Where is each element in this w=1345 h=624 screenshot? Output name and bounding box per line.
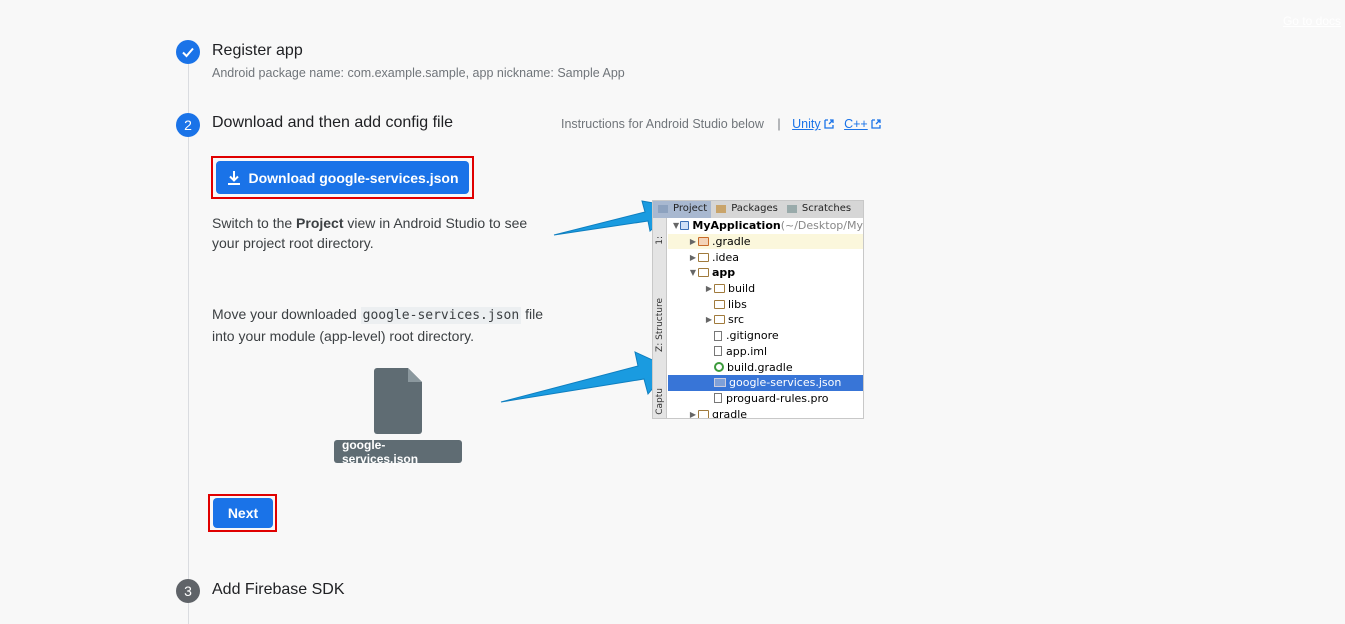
- tree-item-label: proguard-rules.pro: [726, 391, 829, 405]
- filename-code: google-services.json: [360, 307, 522, 324]
- tree-row[interactable]: ▼ MyApplication (~/Desktop/My: [668, 218, 863, 234]
- tree-item-label: libs: [728, 297, 747, 311]
- switch-project-view-text: Switch to the Project view in Android St…: [212, 213, 552, 253]
- folder-icon: [714, 299, 725, 309]
- tree-row[interactable]: libs: [668, 296, 863, 312]
- file-icon: [714, 393, 722, 404]
- tree-row[interactable]: ▶ .gradle: [668, 233, 863, 250]
- download-button-label: Download google-services.json: [248, 169, 459, 186]
- tree-row[interactable]: ▼ app: [668, 265, 863, 281]
- tree-item-label: .gradle: [712, 235, 751, 249]
- tree-item-label: google-services.json: [729, 376, 842, 390]
- tree-item-label: src: [728, 313, 745, 327]
- tree-row[interactable]: google-services.json: [668, 374, 863, 391]
- folder-icon: [698, 252, 709, 262]
- switch-text-line2: your project root directory.: [212, 235, 374, 251]
- unity-link[interactable]: Unity: [792, 117, 834, 131]
- side-label-captures[interactable]: Captu: [655, 388, 665, 415]
- side-label-structure[interactable]: Z: Structure: [655, 298, 665, 352]
- tree-row[interactable]: ▶ .idea: [668, 249, 863, 265]
- tree-row[interactable]: ▶ build: [668, 281, 863, 297]
- json-file-icon: [374, 368, 422, 434]
- project-emphasis: Project: [296, 215, 344, 231]
- external-link-icon: [871, 119, 881, 129]
- collapsed-arrow-icon[interactable]: ▶: [688, 237, 698, 246]
- external-link-icon: [823, 119, 834, 129]
- tab-scratches[interactable]: Scratches: [782, 201, 855, 218]
- tree-item-label: build.gradle: [727, 360, 793, 374]
- step-2-title: Download and then add config file: [212, 114, 454, 131]
- cpp-link[interactable]: C++: [844, 117, 882, 131]
- platform-instructions: Instructions for Android Studio below | …: [561, 117, 882, 131]
- json-file-icon: [714, 378, 726, 388]
- expanded-arrow-icon[interactable]: ▼: [688, 268, 698, 277]
- tree-row[interactable]: app.iml: [668, 344, 863, 360]
- move-text-part: Move your downloaded: [212, 306, 361, 322]
- next-button[interactable]: Next: [213, 498, 273, 528]
- tree-item-label: app.iml: [726, 344, 768, 358]
- file-icon: [714, 330, 722, 341]
- folder-icon: [698, 409, 709, 418]
- expanded-arrow-icon[interactable]: ▼: [672, 221, 680, 230]
- collapsed-arrow-icon[interactable]: ▶: [704, 315, 714, 324]
- tree-item-label: build: [728, 282, 756, 296]
- step-3-number: 3: [176, 579, 200, 603]
- folder-icon: [714, 315, 725, 325]
- module-icon: [680, 221, 690, 231]
- switch-text-part: Switch to the: [212, 215, 297, 231]
- tab-scratches-label: Scratches: [801, 203, 852, 214]
- tab-packages[interactable]: Packages: [711, 201, 782, 218]
- tab-project-label: Project: [673, 203, 708, 214]
- stepper-rail: [188, 64, 189, 624]
- move-text-part: file: [521, 306, 543, 322]
- tree-row[interactable]: proguard-rules.pro: [668, 391, 863, 407]
- tree-item-path: (~/Desktop/My: [780, 219, 863, 233]
- switch-text-part: view in Android Studio to see: [343, 215, 528, 231]
- step-1-check-icon: [176, 40, 200, 64]
- gradle-icon: [714, 362, 724, 373]
- tree-item-label: gradle: [712, 407, 748, 419]
- instructions-label: Instructions for Android Studio below: [561, 117, 764, 131]
- tool-window-strip: 1: Z: Structure Captu: [653, 218, 667, 418]
- tree-row[interactable]: build.gradle: [668, 359, 863, 375]
- side-label-1[interactable]: 1:: [655, 236, 665, 245]
- collapsed-arrow-icon[interactable]: ▶: [688, 253, 698, 262]
- tree-row[interactable]: .gitignore: [668, 328, 863, 344]
- project-tree: ▼ MyApplication (~/Desktop/My ▶ .gradle ▶ .id…: [668, 218, 863, 419]
- tree-item-label: .idea: [712, 250, 740, 264]
- step-1-subtitle: Android package name: com.example.sample…: [212, 66, 625, 80]
- tab-project[interactable]: Project: [653, 201, 712, 218]
- file-name-chip: google-services.json: [334, 438, 462, 466]
- panel-tabs: Project Packages Scratches: [653, 201, 863, 218]
- collapsed-arrow-icon[interactable]: ▶: [704, 284, 714, 293]
- separator: |: [777, 117, 781, 131]
- tab-packages-label: Packages: [731, 203, 778, 214]
- cpp-link-label: C++: [844, 117, 868, 131]
- step-1-title: Register app: [212, 42, 303, 59]
- step-2-number: 2: [176, 113, 200, 137]
- go-to-docs-link[interactable]: Go to docs: [1283, 14, 1341, 28]
- download-config-button[interactable]: Download google-services.json: [216, 161, 469, 194]
- folder-icon: [698, 268, 709, 278]
- tree-item-label: app: [712, 266, 736, 280]
- move-text-line2: into your module (app-level) root direct…: [212, 328, 474, 344]
- move-file-text: Move your downloaded google-services.jso…: [212, 304, 557, 346]
- folder-icon: [698, 237, 709, 247]
- collapsed-arrow-icon[interactable]: ▶: [688, 410, 698, 418]
- tree-row[interactable]: ▶ src: [668, 312, 863, 328]
- folder-icon: [714, 284, 725, 294]
- download-icon: [228, 170, 241, 185]
- project-tab-icon: [658, 205, 668, 213]
- arrow-to-json-file-icon: [500, 351, 671, 403]
- android-studio-project-panel: Project Packages Scratches 1: Z: Structu…: [652, 200, 864, 419]
- tree-item-label: MyApplication: [692, 219, 781, 233]
- file-icon: [714, 346, 722, 357]
- unity-link-label: Unity: [792, 117, 821, 131]
- step-3-title: Add Firebase SDK: [212, 581, 345, 598]
- tree-item-label: .gitignore: [726, 329, 779, 343]
- tree-row[interactable]: ▶ gradle: [668, 406, 863, 419]
- scratches-tab-icon: [786, 205, 797, 213]
- packages-tab-icon: [716, 205, 727, 213]
